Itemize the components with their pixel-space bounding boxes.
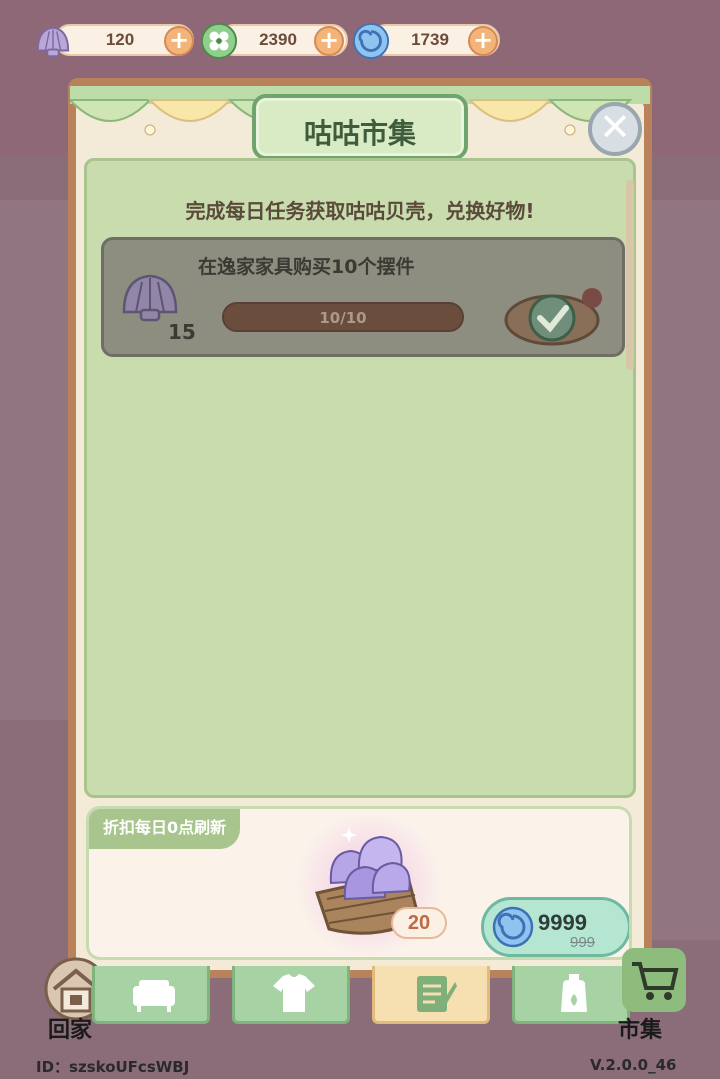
task-completed-button[interactable] bbox=[504, 288, 604, 346]
add-coins-button[interactable]: + bbox=[468, 26, 498, 56]
page-title: 咕咕市集 bbox=[303, 117, 416, 150]
category-tabs bbox=[92, 966, 632, 1026]
sofa-icon bbox=[133, 980, 175, 1012]
swirl-coin-icon bbox=[352, 22, 390, 60]
game-version: V.2.0.0_46 bbox=[590, 1056, 677, 1074]
daily-discount-card: 折扣每日0点刷新 20 9999 999 bbox=[86, 806, 632, 960]
task-name: 在逸家家具购买10个摆件 bbox=[198, 256, 415, 278]
shell-icon bbox=[36, 26, 70, 58]
buy-button[interactable]: 9999 999 bbox=[481, 897, 629, 957]
task-list-icon bbox=[417, 976, 457, 1012]
add-shells-button[interactable]: + bbox=[164, 26, 194, 56]
task-progress-label: 10/10 bbox=[319, 309, 367, 327]
task-reward-count: 15 bbox=[168, 320, 196, 344]
scrollbar[interactable] bbox=[626, 180, 634, 370]
buy-price: 9999 bbox=[538, 910, 587, 935]
tab-items[interactable] bbox=[512, 966, 630, 1024]
swirl-coin-icon bbox=[492, 906, 534, 948]
check-icon bbox=[528, 294, 576, 342]
currency-value: 1739 bbox=[411, 30, 449, 49]
currency-value: 120 bbox=[105, 30, 135, 49]
shirt-icon bbox=[273, 974, 315, 1012]
market-button[interactable] bbox=[622, 948, 686, 1012]
currency-clover: 2390 + bbox=[200, 22, 350, 60]
player-id: ID：szskoUFcsWBJ bbox=[36, 1058, 190, 1076]
background-wall bbox=[0, 200, 70, 720]
task-progress-bar: 10/10 bbox=[222, 302, 464, 332]
tab-furniture[interactable] bbox=[92, 966, 210, 1024]
clover-icon bbox=[200, 22, 238, 60]
shell-icon bbox=[122, 274, 178, 322]
cart-icon bbox=[632, 962, 679, 1000]
market-label: 市集 bbox=[618, 1018, 663, 1043]
discount-refresh-tag: 折扣每日0点刷新 bbox=[89, 809, 241, 849]
currency-coins: 1739 + bbox=[352, 22, 502, 60]
tab-clothing[interactable] bbox=[232, 966, 350, 1024]
original-price: 999 bbox=[570, 934, 596, 951]
task-subtitle: 完成每日任务获取咕咕贝壳，兑换好物! bbox=[185, 199, 535, 223]
task-list: 完成每日任务获取咕咕贝壳，兑换好物! 15 在逸家家具购买10个摆件 10/10 bbox=[84, 158, 636, 798]
tab-tasks[interactable] bbox=[372, 966, 490, 1024]
currency-shells: 120 + bbox=[34, 22, 194, 58]
background-wall-right bbox=[650, 200, 720, 940]
home-label: 回家 bbox=[48, 1018, 93, 1043]
panel-title-plate: 咕咕市集 bbox=[252, 94, 468, 160]
add-clover-button[interactable]: + bbox=[314, 26, 344, 56]
currency-value: 2390 bbox=[259, 30, 297, 49]
bottle-icon bbox=[561, 974, 587, 1012]
close-button[interactable]: ✕ bbox=[588, 102, 642, 156]
task-card: 15 在逸家家具购买10个摆件 10/10 bbox=[101, 237, 625, 357]
item-quantity-badge: 20 bbox=[391, 907, 447, 939]
